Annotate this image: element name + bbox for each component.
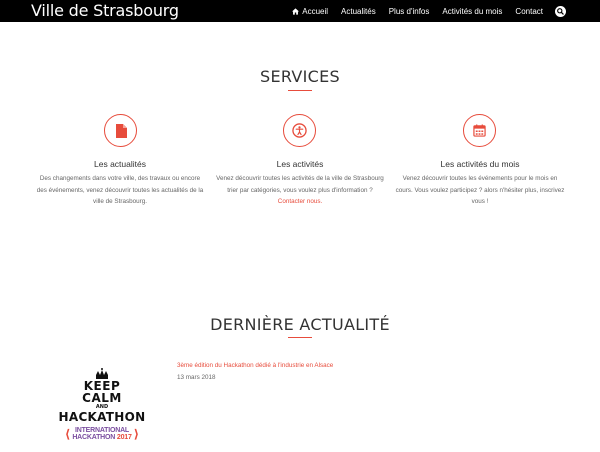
- services-title: SERVICES: [259, 67, 340, 86]
- badge-bracket-left: ⟨: [64, 427, 71, 441]
- badge-text: INTERNATIONAL HACKATHON 2017: [72, 427, 132, 441]
- site-brand[interactable]: Ville de Strasbourg: [31, 1, 179, 21]
- document-icon: [115, 123, 127, 138]
- description-line: des événements, venez découvrir toutes l…: [36, 186, 204, 194]
- service-news-icon-circle: [104, 114, 137, 147]
- services-title-underline: [288, 90, 312, 91]
- news-article-link[interactable]: 3ème édition du Hackathon dédié à l'indu…: [177, 362, 333, 369]
- service-activities-description: Venez découvrir toutes les activités de …: [214, 173, 386, 208]
- description-line: vous !: [471, 198, 489, 205]
- service-month-icon-circle: [463, 114, 496, 147]
- description-line: Venez découvrir toutes les activités de …: [216, 175, 384, 182]
- nav-home-label: Accueil: [302, 6, 329, 16]
- nav-item-month-activities[interactable]: Activités du mois: [442, 7, 502, 16]
- main-nav: Accueil Actualités Plus d'infos Activité…: [279, 0, 566, 22]
- navbar: Ville de Strasbourg Accueil Actualités P…: [0, 0, 600, 22]
- service-news-title: Les actualités: [94, 159, 146, 169]
- badge-bracket-right: ⟩: [133, 427, 140, 441]
- search-icon: [555, 5, 566, 17]
- news-article-date: 13 mars 2018: [177, 374, 216, 381]
- description-line: Venez découvrir toutes les événements po…: [402, 175, 558, 182]
- latest-news-title-underline: [288, 337, 312, 338]
- accessibility-icon: [292, 123, 307, 138]
- latest-news-title: DERNIÈRE ACTUALITÉ: [210, 315, 390, 334]
- news-thumbnail[interactable]: KEEP CALM AND HACKATHON ⟨ INTERNATIONAL …: [52, 366, 152, 452]
- service-news-description: Des changements dans votre ville, des tr…: [34, 173, 206, 208]
- service-month-description: Venez découvrir toutes les événements po…: [394, 173, 566, 208]
- badge-line: HACKATHON 2017: [72, 434, 132, 441]
- calendar-icon: [473, 124, 486, 137]
- poster-line: HACKATHON: [58, 410, 146, 424]
- service-month-title: Les activités du mois: [440, 159, 520, 169]
- nav-item-home[interactable]: Accueil: [292, 7, 328, 16]
- badge-line: INTERNATIONAL: [74, 427, 130, 434]
- description-line: ville de Strasbourg.: [93, 198, 147, 205]
- service-activities-icon-circle: [283, 114, 316, 147]
- nav-item-contact[interactable]: Contact: [515, 7, 543, 16]
- nav-item-more-info[interactable]: Plus d'infos: [389, 7, 430, 16]
- service-activities-title: Les activités: [276, 159, 324, 169]
- description-line: Des changements dans votre ville, des tr…: [39, 175, 201, 182]
- poster-line: CALM: [82, 391, 122, 405]
- contact-us-link[interactable]: Contacter nous.: [214, 196, 386, 208]
- nav-item-news[interactable]: Actualités: [341, 7, 376, 16]
- badge: ⟨ INTERNATIONAL HACKATHON 2017 ⟩: [52, 427, 152, 441]
- search-button[interactable]: [555, 5, 566, 17]
- description-line: cours. Vous voulez participez ? alors n'…: [395, 186, 565, 194]
- poster-text: KEEP CALM AND HACKATHON ⟨ INTERNATIONAL …: [52, 380, 152, 441]
- home-icon: [292, 7, 300, 15]
- description-line: trier par catégories, vous voulez plus d…: [227, 186, 373, 194]
